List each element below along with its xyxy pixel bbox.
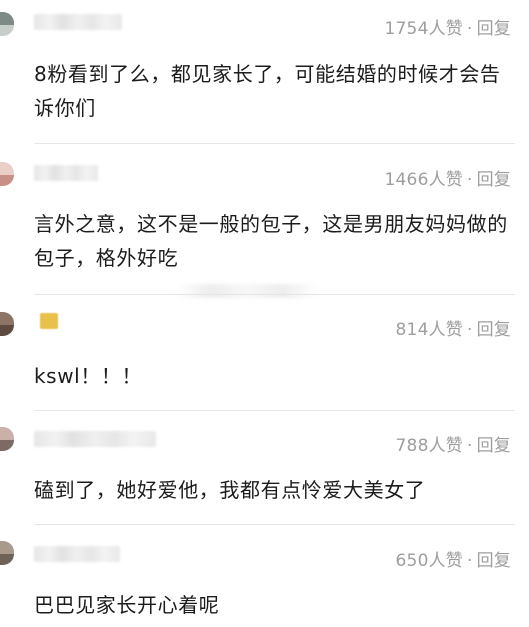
avatar[interactable] — [0, 427, 14, 451]
avatar-top — [0, 427, 14, 441]
comment-meta: 650人赞 · 回复 — [396, 546, 511, 571]
avatar-bottom — [0, 554, 14, 565]
divider — [34, 143, 515, 144]
avatar[interactable] — [0, 162, 14, 186]
username-blurred[interactable] — [34, 546, 120, 562]
like-count[interactable]: 650人赞 — [396, 551, 463, 571]
watermark — [176, 284, 318, 298]
comment-meta: 1466人赞 · 回复 — [385, 165, 511, 190]
avatar-top — [0, 12, 14, 26]
like-count[interactable]: 814人赞 — [396, 320, 463, 340]
avatar-top — [0, 312, 14, 326]
comment-meta: 1754人赞 · 回复 — [385, 14, 511, 39]
comment-meta: 814人赞 · 回复 — [396, 315, 511, 340]
user-badge — [40, 313, 58, 329]
divider — [34, 524, 515, 525]
avatar-bottom — [0, 25, 14, 36]
reply-link[interactable]: 回复 — [477, 170, 511, 190]
meta-separator: · — [466, 551, 473, 571]
avatar-bottom — [0, 325, 14, 336]
username-blurred[interactable] — [34, 431, 156, 447]
comment-text: 8粉看到了么，都见家长了，可能结婚的时候才会告诉你们 — [34, 62, 501, 120]
avatar[interactable] — [0, 541, 14, 565]
avatar-top — [0, 162, 14, 176]
avatar-bottom — [0, 440, 14, 451]
username-blurred[interactable] — [34, 165, 98, 181]
comment-text: kswl！！！ — [34, 364, 143, 388]
divider — [34, 294, 515, 295]
reply-link[interactable]: 回复 — [477, 320, 511, 340]
like-count[interactable]: 1754人赞 — [385, 19, 463, 39]
comment-text: 巴巴见家长开心着呢 — [34, 593, 220, 617]
username-blurred[interactable] — [34, 14, 122, 30]
meta-separator: · — [466, 19, 473, 39]
meta-separator: · — [466, 320, 473, 340]
avatar[interactable] — [0, 12, 14, 36]
avatar-top — [0, 541, 14, 555]
reply-link[interactable]: 回复 — [477, 19, 511, 39]
meta-separator: · — [466, 170, 473, 190]
avatar-bottom — [0, 175, 14, 186]
reply-link[interactable]: 回复 — [477, 551, 511, 571]
divider — [34, 410, 515, 411]
comment-text: 磕到了，她好爱他，我都有点怜爱大美女了 — [34, 478, 426, 502]
reply-link[interactable]: 回复 — [477, 436, 511, 456]
like-count[interactable]: 1466人赞 — [385, 170, 463, 190]
comment-meta: 788人赞 · 回复 — [396, 431, 511, 456]
meta-separator: · — [466, 436, 473, 456]
like-count[interactable]: 788人赞 — [396, 436, 463, 456]
comment-text: 言外之意，这不是一般的包子，这是男朋友妈妈做的包子，格外好吃 — [34, 212, 508, 270]
avatar[interactable] — [0, 312, 14, 336]
